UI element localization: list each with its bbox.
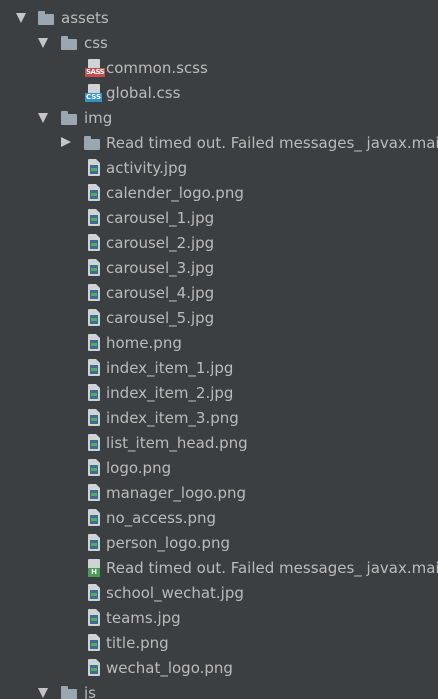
tree-file[interactable]: manager_logo.png xyxy=(0,481,438,506)
image-file-icon xyxy=(87,259,101,276)
file-label: carousel_2.jpg xyxy=(106,234,215,252)
tree-file[interactable]: index_item_3.png xyxy=(0,406,438,431)
tree-file-read-timed-out-html[interactable]: H Read timed out. Failed messages_ javax… xyxy=(0,556,438,581)
tree-node-img[interactable]: img xyxy=(0,106,438,131)
tree-file[interactable]: carousel_2.jpg xyxy=(0,231,438,256)
image-file-icon xyxy=(87,434,101,451)
tree-node-label: assets xyxy=(61,9,109,27)
file-label: carousel_3.jpg xyxy=(106,259,215,277)
tree-node-js[interactable]: js xyxy=(0,681,438,699)
tree-file[interactable]: person_logo.png xyxy=(0,531,438,556)
expand-arrow-icon[interactable] xyxy=(38,688,48,698)
tree-node-label: css xyxy=(84,34,108,52)
file-label: activity.jpg xyxy=(106,159,188,177)
tree-node-assets[interactable]: assets xyxy=(0,6,438,31)
image-file-icon xyxy=(87,534,101,551)
image-file-icon xyxy=(87,659,101,676)
file-label: teams.jpg xyxy=(106,609,181,627)
file-label: title.png xyxy=(106,634,169,652)
collapse-arrow-icon[interactable] xyxy=(61,137,71,147)
image-file-icon xyxy=(87,359,101,376)
file-label: common.scss xyxy=(106,59,208,77)
image-file-icon xyxy=(87,209,101,226)
image-file-icon xyxy=(87,634,101,651)
tree-file[interactable]: activity.jpg xyxy=(0,156,438,181)
tree-file[interactable]: no_access.png xyxy=(0,506,438,531)
image-file-icon xyxy=(87,334,101,351)
tree-file[interactable]: title.png xyxy=(0,631,438,656)
file-label: index_item_1.jpg xyxy=(106,359,234,377)
file-label: school_wechat.jpg xyxy=(106,584,244,602)
tree-file[interactable]: list_item_head.png xyxy=(0,431,438,456)
image-file-icon xyxy=(87,459,101,476)
file-label: person_logo.png xyxy=(106,534,231,552)
file-label: no_access.png xyxy=(106,509,217,527)
file-label: carousel_5.jpg xyxy=(106,309,215,327)
tree-file[interactable]: teams.jpg xyxy=(0,606,438,631)
expand-arrow-icon[interactable] xyxy=(16,13,26,23)
image-file-icon xyxy=(87,484,101,501)
tree-file[interactable]: index_item_1.jpg xyxy=(0,356,438,381)
folder-icon xyxy=(61,686,77,699)
css-file-icon: CSS xyxy=(85,84,103,102)
file-label: carousel_1.jpg xyxy=(106,209,215,227)
file-label: global.css xyxy=(106,84,181,102)
file-label: carousel_4.jpg xyxy=(106,284,215,302)
file-label: home.png xyxy=(106,334,182,352)
image-file-icon xyxy=(87,609,101,626)
tree-node-css[interactable]: css xyxy=(0,31,438,56)
image-file-icon xyxy=(87,584,101,601)
file-label: index_item_2.jpg xyxy=(106,384,234,402)
tree-file[interactable]: logo.png xyxy=(0,456,438,481)
css-badge: CSS xyxy=(85,93,103,102)
html-file-icon: H xyxy=(87,559,101,577)
tree-node-label: img xyxy=(84,109,113,127)
file-label: calender_logo.png xyxy=(106,184,244,202)
tree-node-label: js xyxy=(84,684,96,699)
file-label: index_item_3.png xyxy=(106,409,239,427)
sass-file-icon: SASS xyxy=(85,59,106,77)
folder-icon xyxy=(84,136,100,150)
tree-file[interactable]: carousel_4.jpg xyxy=(0,281,438,306)
file-label: Read timed out. Failed messages_ javax.m… xyxy=(106,559,438,577)
image-file-icon xyxy=(87,384,101,401)
tree-file[interactable]: index_item_2.jpg xyxy=(0,381,438,406)
image-file-icon xyxy=(87,409,101,426)
file-label: manager_logo.png xyxy=(106,484,247,502)
tree-file[interactable]: wechat_logo.png xyxy=(0,656,438,681)
image-file-icon xyxy=(87,234,101,251)
tree-file[interactable]: calender_logo.png xyxy=(0,181,438,206)
image-file-icon xyxy=(87,159,101,176)
tree-file[interactable]: carousel_1.jpg xyxy=(0,206,438,231)
folder-icon xyxy=(38,11,54,25)
sass-badge: SASS xyxy=(85,68,106,77)
folder-icon xyxy=(61,36,77,50)
tree-file[interactable]: carousel_3.jpg xyxy=(0,256,438,281)
folder-icon xyxy=(61,111,77,125)
tree-node-label: Read timed out. Failed messages_ javax.m… xyxy=(106,134,438,152)
tree-file-global-css[interactable]: CSS global.css xyxy=(0,81,438,106)
expand-arrow-icon[interactable] xyxy=(38,113,48,123)
tree-file[interactable]: home.png xyxy=(0,331,438,356)
image-file-icon xyxy=(87,509,101,526)
tree-node-read-timed-out-folder[interactable]: Read timed out. Failed messages_ javax.m… xyxy=(0,131,438,156)
file-label: list_item_head.png xyxy=(106,434,248,452)
expand-arrow-icon[interactable] xyxy=(38,38,48,48)
html-badge: H xyxy=(88,568,100,577)
file-label: logo.png xyxy=(106,459,172,477)
project-tree: assets css SASS common.scss CSS global.c… xyxy=(0,0,438,699)
image-file-icon xyxy=(87,284,101,301)
image-file-icon xyxy=(87,184,101,201)
file-label: wechat_logo.png xyxy=(106,659,233,677)
tree-file-common-scss[interactable]: SASS common.scss xyxy=(0,56,438,81)
tree-file[interactable]: school_wechat.jpg xyxy=(0,581,438,606)
image-file-icon xyxy=(87,309,101,326)
tree-file[interactable]: carousel_5.jpg xyxy=(0,306,438,331)
